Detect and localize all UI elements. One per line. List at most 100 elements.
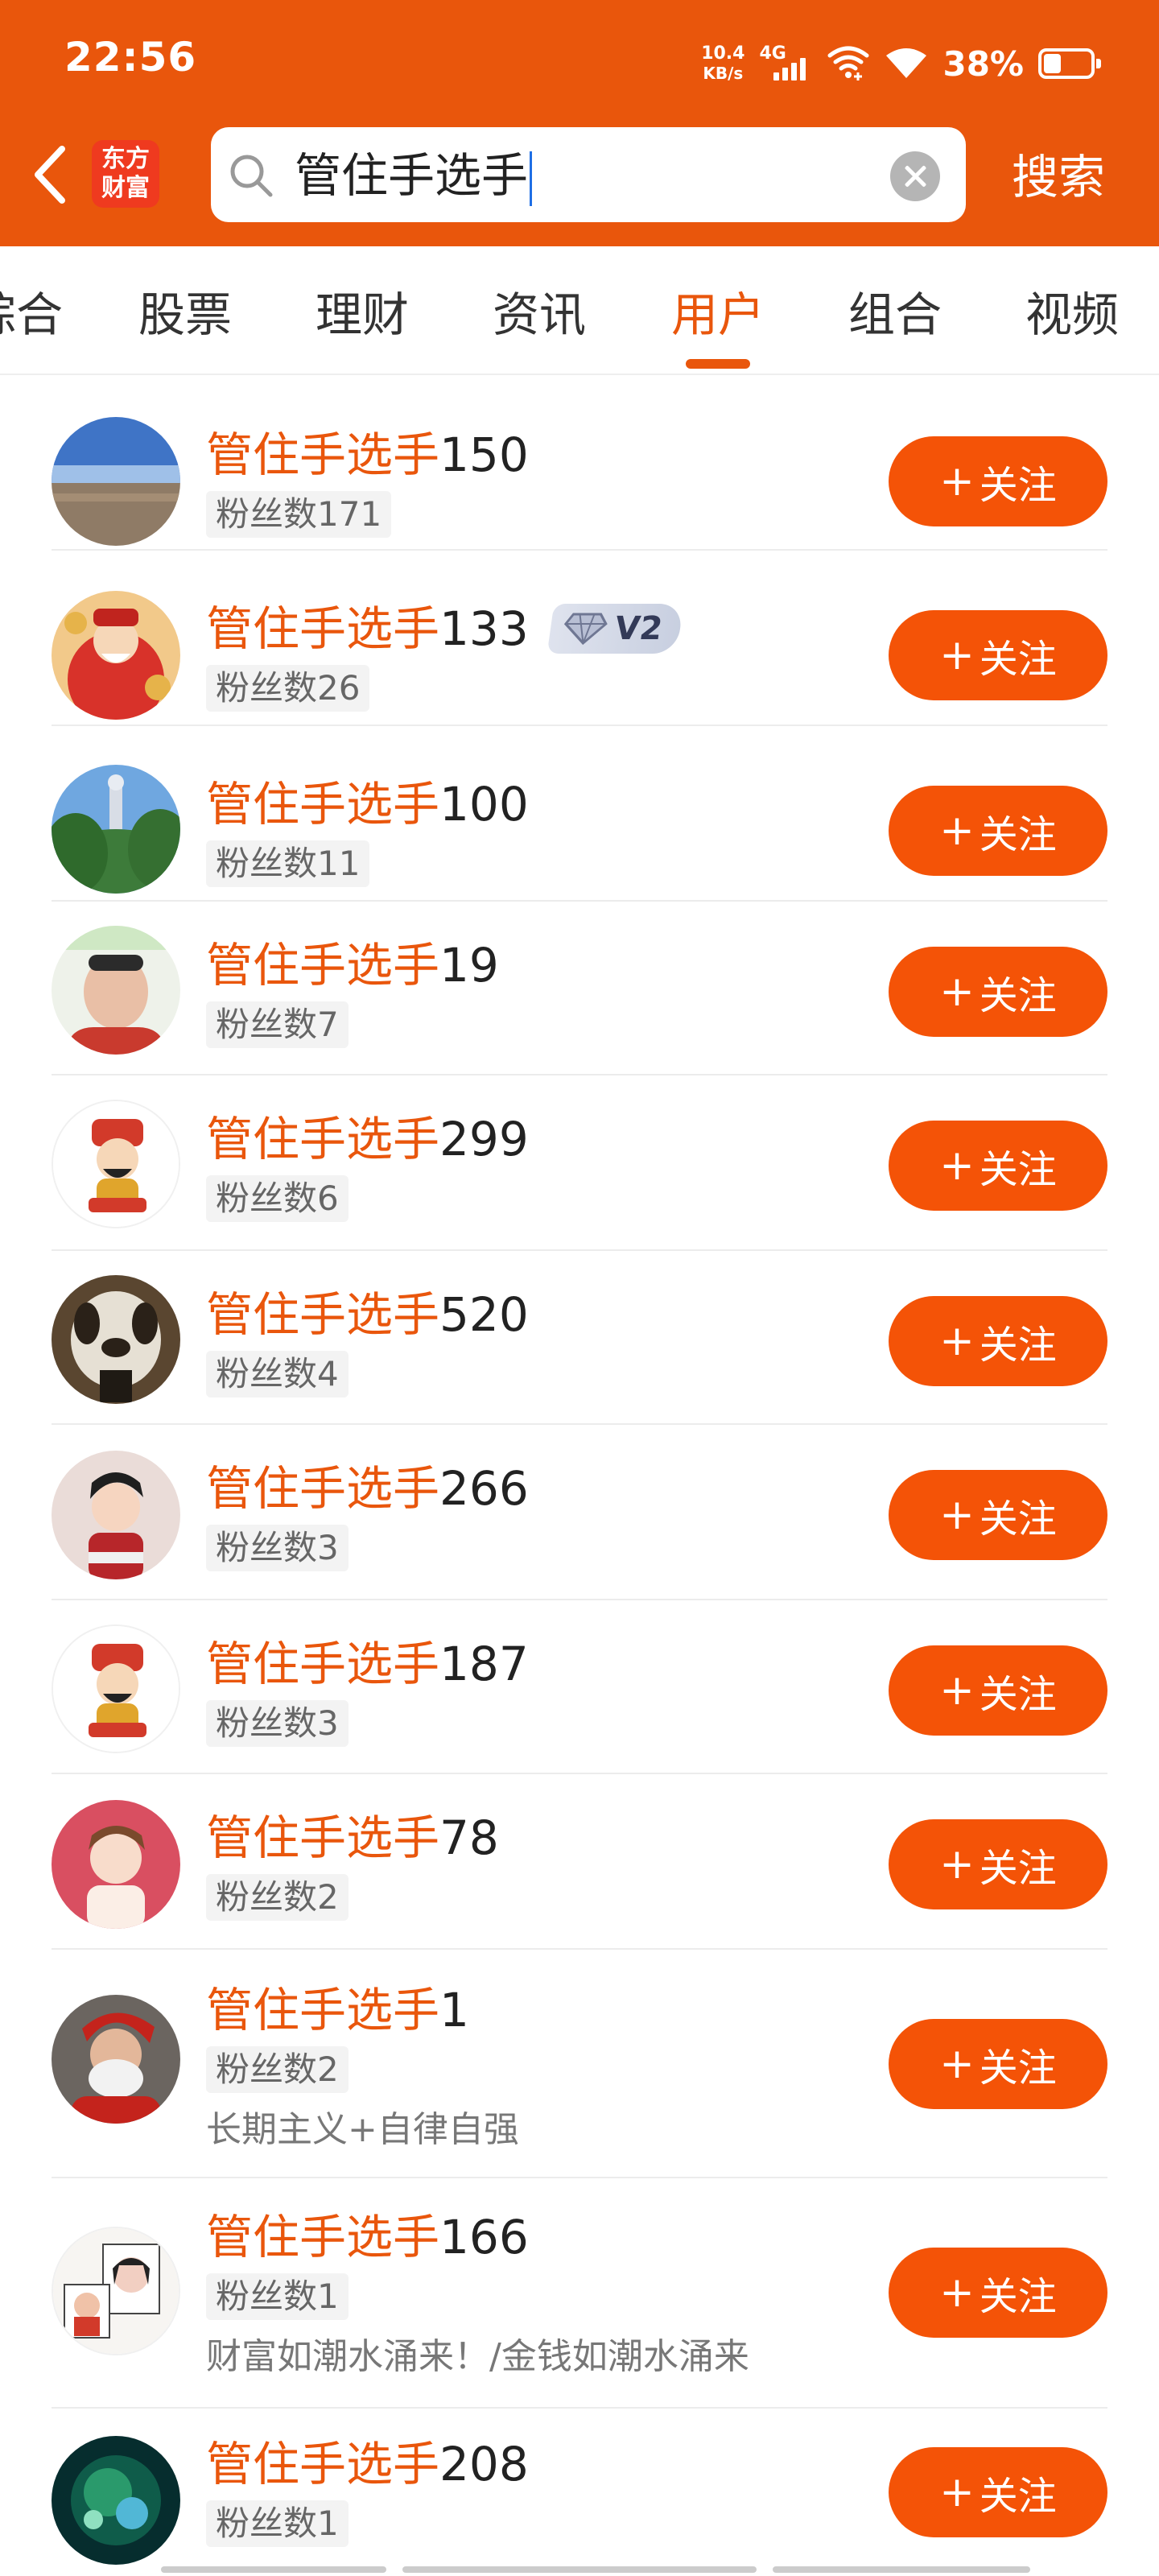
follow-button[interactable]: + 关注: [889, 2019, 1107, 2109]
follow-label: 关注: [979, 973, 1057, 1018]
vip-level-text: V2: [612, 610, 666, 647]
status-icons: 10.4 KB/s 4G 38%: [701, 35, 1101, 92]
plus-icon: +: [939, 2268, 975, 2317]
avatar: [52, 1624, 180, 1753]
list-item[interactable]: 管住手选手520 粉丝数4 + 关注: [0, 1251, 1159, 1425]
list-item[interactable]: 管住手选手208 粉丝数1 + 关注: [0, 2409, 1159, 2576]
fans-count: 粉丝数2: [206, 1874, 349, 1921]
clear-search-icon[interactable]: [890, 151, 940, 201]
user-name: 管住手选手187: [206, 1636, 529, 1692]
name-suffix: 100: [439, 777, 529, 832]
list-item[interactable]: 管住手选手133 V2 粉丝数26 + 关注: [0, 551, 1159, 726]
name-highlight: 管住手选手: [206, 777, 440, 832]
search-query-text: 管住手选手: [295, 148, 529, 203]
name-suffix: 208: [439, 2437, 529, 2491]
follow-button[interactable]: + 关注: [889, 1121, 1107, 1211]
user-bio: 长期主义+自律自强: [206, 2109, 519, 2150]
fans-count: 粉丝数26: [206, 665, 370, 712]
tab-users[interactable]: 用户: [662, 246, 774, 375]
user-name: 管住手选手133: [206, 601, 529, 657]
list-item[interactable]: 管住手选手19 粉丝数7 + 关注: [0, 902, 1159, 1075]
search-icon: [230, 155, 273, 197]
follow-button[interactable]: + 关注: [889, 786, 1107, 876]
list-item[interactable]: 管住手选手1 粉丝数2 长期主义+自律自强 + 关注: [0, 1950, 1159, 2178]
avatar: [52, 417, 180, 546]
app-root: { "status_bar": { "time": "22:56", "net_…: [0, 0, 1159, 2576]
list-item[interactable]: 管住手选手266 粉丝数3 + 关注: [0, 1425, 1159, 1600]
list-item[interactable]: 管住手选手100 粉丝数11 + 关注: [0, 726, 1159, 902]
plus-icon: +: [939, 457, 975, 506]
avatar: [52, 926, 180, 1055]
status-time: 22:56: [64, 34, 197, 80]
name-highlight: 管住手选手: [206, 938, 440, 993]
user-name: 管住手选手1: [206, 1982, 469, 2038]
name-highlight: 管住手选手: [206, 1810, 440, 1865]
list-item[interactable]: 管住手选手166 粉丝数1 财富如潮水涌来！/金钱如潮水涌来 + 关注: [0, 2178, 1159, 2409]
follow-label: 关注: [979, 463, 1057, 508]
follow-label: 关注: [979, 1672, 1057, 1717]
search-input-value: 管住手选手: [295, 148, 533, 206]
logo-line2: 财富: [101, 174, 150, 202]
list-item[interactable]: 管住手选手299 粉丝数6 + 关注: [0, 1075, 1159, 1251]
follow-button[interactable]: + 关注: [889, 1470, 1107, 1560]
follow-label: 关注: [979, 1323, 1057, 1368]
tab-portfolios[interactable]: 组合: [839, 246, 951, 375]
fans-count: 粉丝数11: [206, 840, 370, 887]
name-highlight: 管住手选手: [206, 427, 440, 482]
tab-wealth[interactable]: 理财: [306, 246, 419, 375]
follow-button[interactable]: + 关注: [889, 947, 1107, 1037]
vip-level-badge: V2: [547, 604, 684, 654]
plus-icon: +: [939, 968, 975, 1016]
active-tab-indicator: [686, 359, 750, 369]
plus-icon: +: [939, 1666, 975, 1715]
name-highlight: 管住手选手: [206, 2210, 440, 2264]
follow-label: 关注: [979, 812, 1057, 857]
fans-count: 粉丝数4: [206, 1351, 349, 1397]
plus-icon: +: [939, 2040, 975, 2088]
name-highlight: 管住手选手: [206, 1637, 440, 1691]
list-item[interactable]: 管住手选手78 粉丝数2 + 关注: [0, 1774, 1159, 1950]
name-suffix: 150: [439, 427, 529, 482]
follow-button[interactable]: + 关注: [889, 2248, 1107, 2338]
back-button[interactable]: [18, 138, 82, 211]
tab-news[interactable]: 资讯: [483, 246, 596, 375]
fans-count: 粉丝数7: [206, 1001, 349, 1048]
follow-button[interactable]: + 关注: [889, 436, 1107, 526]
follow-button[interactable]: + 关注: [889, 2447, 1107, 2537]
user-name: 管住手选手166: [206, 2209, 529, 2265]
user-name: 管住手选手19: [206, 937, 499, 993]
plus-icon: +: [939, 807, 975, 855]
list-item[interactable]: 管住手选手187 粉丝数3 + 关注: [0, 1600, 1159, 1774]
search-button[interactable]: 搜索: [982, 121, 1135, 225]
follow-label: 关注: [979, 1147, 1057, 1192]
name-suffix: 78: [439, 1810, 499, 1865]
name-suffix: 187: [439, 1637, 529, 1691]
name-suffix: 1: [439, 1983, 469, 2037]
tab-stocks[interactable]: 股票: [129, 246, 241, 375]
name-suffix: 19: [439, 938, 499, 993]
net-speed-unit: KB/s: [703, 64, 744, 83]
follow-button[interactable]: + 关注: [889, 610, 1107, 700]
list-item[interactable]: 管住手选手150 粉丝数171 + 关注: [0, 377, 1159, 551]
avatar: [52, 1100, 180, 1228]
follow-button[interactable]: + 关注: [889, 1645, 1107, 1736]
name-suffix: 166: [439, 2210, 529, 2264]
net-speed: 10.4 KB/s: [701, 44, 744, 84]
user-bio: 财富如潮水涌来！/金钱如潮水涌来: [206, 2336, 749, 2377]
tab-videos[interactable]: 视频: [1016, 246, 1128, 375]
name-highlight: 管住手选手: [206, 1112, 440, 1166]
avatar: [52, 1451, 180, 1579]
tab-comprehensive[interactable]: 综合: [0, 246, 72, 375]
search-tabs: 综合 股票 理财 资讯 用户 组合 视频: [0, 246, 1159, 375]
follow-button[interactable]: + 关注: [889, 1819, 1107, 1909]
user-name: 管住手选手520: [206, 1286, 529, 1343]
name-suffix: 266: [439, 1461, 529, 1516]
battery-icon: [1038, 48, 1101, 79]
search-input[interactable]: 管住手选手: [211, 127, 966, 222]
name-highlight: 管住手选手: [206, 1287, 440, 1342]
fans-count: 粉丝数6: [206, 1175, 349, 1222]
follow-button[interactable]: + 关注: [889, 1296, 1107, 1386]
follow-label: 关注: [979, 2274, 1057, 2319]
avatar: [52, 1275, 180, 1404]
back-arrow-icon: [35, 146, 65, 204]
